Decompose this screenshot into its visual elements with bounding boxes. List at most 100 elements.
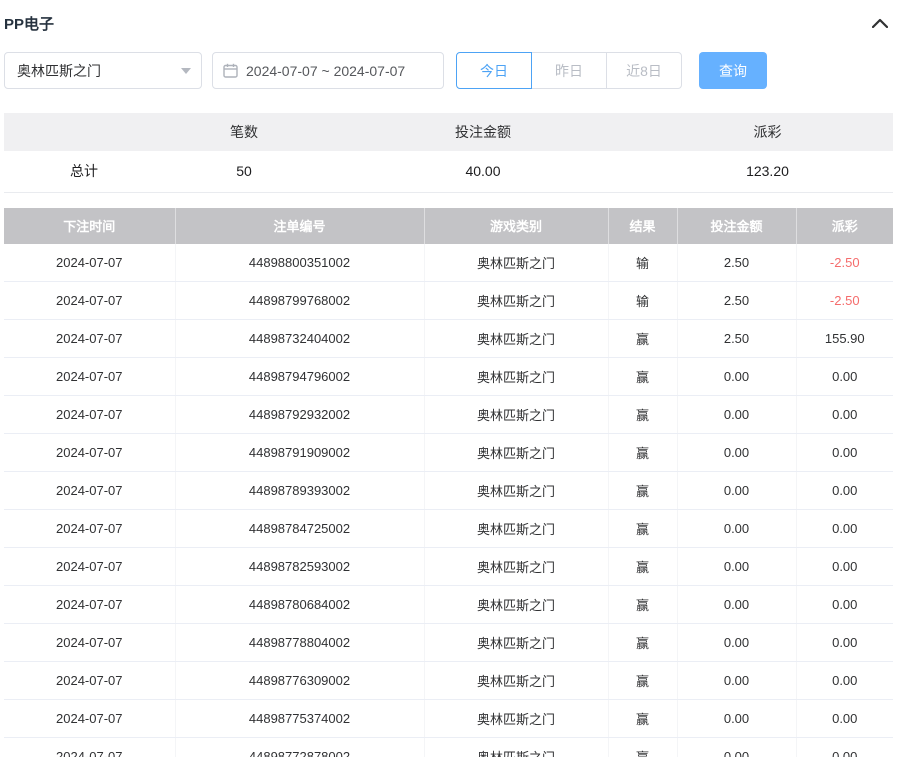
game-type-cell: 奥林匹斯之门 (424, 244, 608, 282)
payout-cell: -2.50 (796, 282, 893, 320)
chevron-up-icon (872, 18, 888, 28)
table-row: 2024-07-0744898784725002奥林匹斯之门赢0.000.00 (4, 510, 893, 548)
table-row: 2024-07-0744898782593002奥林匹斯之门赢0.000.00 (4, 548, 893, 586)
order-id-cell: 44898794796002 (175, 358, 424, 396)
quick-date-button-group: 今日 昨日 近8日 (456, 52, 682, 89)
payout-cell: 0.00 (796, 624, 893, 662)
summary-count-value: 50 (164, 151, 324, 192)
result-cell: 赢 (608, 396, 677, 434)
result-cell: 赢 (608, 700, 677, 738)
query-button[interactable]: 查询 (699, 52, 767, 89)
col-header-bet-amount: 投注金额 (677, 208, 796, 244)
bet-amount-cell: 2.50 (677, 282, 796, 320)
table-row: 2024-07-0744898794796002奥林匹斯之门赢0.000.00 (4, 358, 893, 396)
game-type-cell: 奥林匹斯之门 (424, 548, 608, 586)
order-id-cell: 44898791909002 (175, 434, 424, 472)
game-select[interactable]: 奥林匹斯之门 (4, 52, 202, 89)
payout-cell: 0.00 (796, 586, 893, 624)
order-id-cell: 44898780684002 (175, 586, 424, 624)
bet-time-cell: 2024-07-07 (4, 510, 175, 548)
payout-cell: 0.00 (796, 472, 893, 510)
bet-time-cell: 2024-07-07 (4, 396, 175, 434)
game-type-cell: 奥林匹斯之门 (424, 396, 608, 434)
bet-amount-cell: 2.50 (677, 244, 796, 282)
payout-cell: 0.00 (796, 548, 893, 586)
bet-time-cell: 2024-07-07 (4, 738, 175, 757)
order-id-cell: 44898799768002 (175, 282, 424, 320)
game-type-cell: 奥林匹斯之门 (424, 700, 608, 738)
summary-table: 笔数 投注金额 派彩 总计 50 40.00 123.20 (4, 113, 893, 193)
result-cell: 赢 (608, 510, 677, 548)
table-row: 2024-07-0744898792932002奥林匹斯之门赢0.000.00 (4, 396, 893, 434)
bet-amount-cell: 0.00 (677, 548, 796, 586)
payout-cell: -2.50 (796, 244, 893, 282)
order-id-cell: 44898732404002 (175, 320, 424, 358)
bet-time-cell: 2024-07-07 (4, 244, 175, 282)
summary-bet-amount-value: 40.00 (324, 151, 642, 192)
order-id-cell: 44898792932002 (175, 396, 424, 434)
summary-header-count: 笔数 (164, 113, 324, 151)
col-header-game-type: 游戏类别 (424, 208, 608, 244)
filter-bar: 奥林匹斯之门 2024-07-07 ~ 2024-07-07 今日 昨日 近8日… (4, 52, 893, 89)
bet-amount-cell: 0.00 (677, 472, 796, 510)
game-type-cell: 奥林匹斯之门 (424, 320, 608, 358)
payout-cell: 155.90 (796, 320, 893, 358)
game-type-cell: 奥林匹斯之门 (424, 472, 608, 510)
order-id-cell: 44898776309002 (175, 662, 424, 700)
game-select-value: 奥林匹斯之门 (17, 61, 101, 81)
payout-cell: 0.00 (796, 738, 893, 757)
summary-header-payout: 派彩 (642, 113, 893, 151)
game-type-cell: 奥林匹斯之门 (424, 358, 608, 396)
bet-time-cell: 2024-07-07 (4, 662, 175, 700)
result-cell: 赢 (608, 358, 677, 396)
col-header-order-id: 注单编号 (175, 208, 424, 244)
bet-amount-cell: 0.00 (677, 510, 796, 548)
bet-time-cell: 2024-07-07 (4, 282, 175, 320)
bet-time-cell: 2024-07-07 (4, 548, 175, 586)
payout-cell: 0.00 (796, 700, 893, 738)
bet-amount-cell: 0.00 (677, 586, 796, 624)
result-cell: 输 (608, 244, 677, 282)
quick-filter-today[interactable]: 今日 (456, 52, 532, 89)
summary-payout-value: 123.20 (642, 151, 893, 192)
game-type-cell: 奥林匹斯之门 (424, 586, 608, 624)
bet-amount-cell: 0.00 (677, 662, 796, 700)
table-row: 2024-07-0744898780684002奥林匹斯之门赢0.000.00 (4, 586, 893, 624)
payout-cell: 0.00 (796, 434, 893, 472)
game-type-cell: 奥林匹斯之门 (424, 510, 608, 548)
records-header-row: 下注时间 注单编号 游戏类别 结果 投注金额 派彩 (4, 208, 893, 244)
quick-filter-yesterday[interactable]: 昨日 (531, 52, 607, 89)
payout-cell: 0.00 (796, 662, 893, 700)
bet-amount-cell: 0.00 (677, 624, 796, 662)
summary-total-row: 总计 50 40.00 123.20 (4, 151, 893, 192)
quick-filter-last8days[interactable]: 近8日 (606, 52, 682, 89)
table-row: 2024-07-0744898778804002奥林匹斯之门赢0.000.00 (4, 624, 893, 662)
bet-time-cell: 2024-07-07 (4, 700, 175, 738)
date-range-input[interactable]: 2024-07-07 ~ 2024-07-07 (212, 52, 444, 89)
records-body: 2024-07-0744898800351002奥林匹斯之门输2.50-2.50… (4, 244, 893, 757)
result-cell: 赢 (608, 624, 677, 662)
table-row: 2024-07-0744898800351002奥林匹斯之门输2.50-2.50 (4, 244, 893, 282)
summary-header-blank (4, 113, 164, 151)
result-cell: 赢 (608, 320, 677, 358)
result-cell: 赢 (608, 738, 677, 757)
game-type-cell: 奥林匹斯之门 (424, 624, 608, 662)
records-table: 下注时间 注单编号 游戏类别 结果 投注金额 派彩 2024-07-074489… (4, 208, 893, 757)
betting-records-panel: PP电子 奥林匹斯之门 2024-07-07 ~ 2 (0, 0, 897, 757)
result-cell: 赢 (608, 662, 677, 700)
payout-cell: 0.00 (796, 510, 893, 548)
date-range-value: 2024-07-07 ~ 2024-07-07 (246, 63, 405, 79)
col-header-result: 结果 (608, 208, 677, 244)
table-row: 2024-07-0744898776309002奥林匹斯之门赢0.000.00 (4, 662, 893, 700)
payout-cell: 0.00 (796, 396, 893, 434)
order-id-cell: 44898800351002 (175, 244, 424, 282)
game-type-cell: 奥林匹斯之门 (424, 434, 608, 472)
collapse-panel-button[interactable] (869, 12, 891, 34)
panel-header: PP电子 (4, 0, 893, 34)
bet-time-cell: 2024-07-07 (4, 472, 175, 510)
table-row: 2024-07-0744898772878002奥林匹斯之门赢0.000.00 (4, 738, 893, 757)
bet-amount-cell: 0.00 (677, 738, 796, 757)
calendar-icon (223, 63, 238, 78)
order-id-cell: 44898782593002 (175, 548, 424, 586)
summary-total-label: 总计 (4, 151, 164, 192)
